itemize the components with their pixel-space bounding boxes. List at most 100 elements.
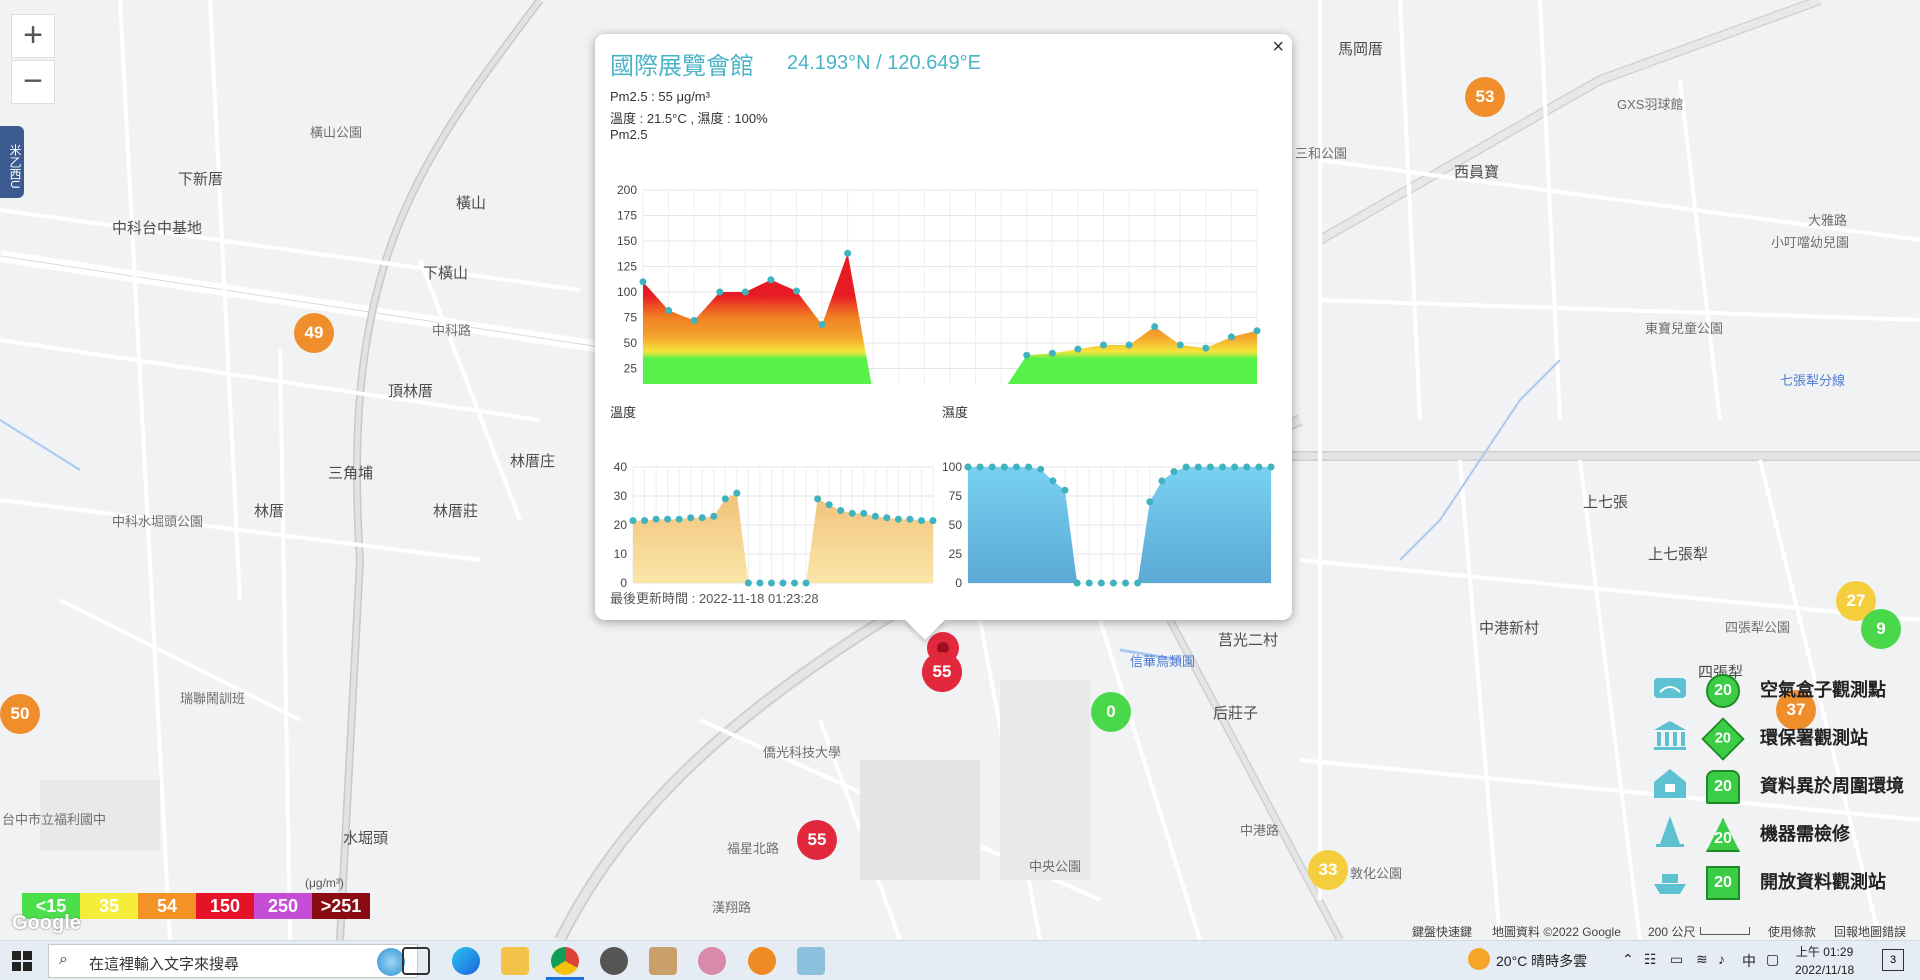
data-point [814,495,822,503]
legend-badge: 20 [1706,866,1740,900]
data-point [988,463,996,471]
y-tick-label: 75 [949,489,963,503]
station-marker[interactable]: 9 [1861,609,1901,649]
legend-label: 環保署觀測站 [1760,728,1868,748]
data-point [733,489,741,497]
edge-browser-icon[interactable] [452,947,480,975]
data-point [652,515,660,523]
app-icon-1[interactable] [600,947,628,975]
popup-coordinates: 24.193°N / 120.649°E [787,52,981,74]
y-tick-label: 40 [614,460,628,474]
data-point [1037,465,1045,473]
app-icon-4[interactable] [797,947,825,975]
data-point [1048,349,1056,357]
map-canvas[interactable]: + − 米乙西U 下新厝 中科台中基地 橫山公園 橫山 下橫山 頂林厝 三角埔 … [0,0,1920,940]
air-box-icon [1650,670,1694,706]
blender-icon[interactable] [748,947,776,975]
data-point [1074,345,1082,353]
zoom-in-button[interactable]: + [11,14,55,58]
place-label: 大雅路 [1808,213,1848,228]
data-point [1158,477,1166,485]
place-label: 水堀頭 [343,830,389,847]
close-icon[interactable]: × [1272,36,1284,59]
place-label: 僑光科技大學 [763,745,842,760]
station-marker[interactable]: 0 [1091,692,1131,732]
windows-start-icon[interactable] [12,951,32,971]
place-label: 頂林厝 [388,383,434,400]
data-point [664,515,672,523]
legend-label: 機器需檢修 [1760,824,1850,844]
weather-text[interactable]: 20°C 晴時多雲 [1496,951,1587,971]
aqi-level: 150 [196,893,254,919]
humidity-chart: 0 25 50 75 100 [942,460,1275,589]
data-point [1170,468,1178,476]
data-point [1231,463,1239,471]
wifi-icon[interactable]: ≋ [1696,951,1708,968]
cone-repair-icon [1650,814,1694,850]
data-point [1151,323,1159,331]
chevron-up-icon[interactable]: ⌃ [1622,951,1634,968]
place-label: 莒光二村 [1218,632,1279,649]
data-point [710,512,718,520]
terms-link[interactable]: 使用條款 [1768,923,1816,940]
map-scale[interactable]: 200 公尺 [1648,923,1695,940]
file-explorer-icon[interactable] [501,947,529,975]
place-label: 林厝莊 [433,503,479,520]
place-label: 橫山 [456,195,487,212]
temperature-chart: 010203040 [614,460,937,589]
data-point [1122,579,1130,587]
popup-pm25-reading: Pm2.5 : 55 μg/m³ [610,89,710,104]
y-tick-label: 125 [617,260,637,274]
side-panel-tab[interactable]: 米乙西U [0,126,24,198]
search-placeholder: 在這裡輸入文字來搜尋 [89,956,240,973]
ime-mode-icon[interactable]: ▢ [1766,951,1779,968]
keyboard-shortcuts-link[interactable]: 鍵盤快速鍵 [1412,923,1472,940]
data-point [1097,579,1105,587]
station-marker[interactable]: 49 [294,313,334,353]
station-marker[interactable]: 53 [1465,77,1505,117]
system-clock[interactable]: 上午 01:29 2022/11/18 [1795,943,1854,979]
taskbar-search[interactable]: ⌕ 在這裡輸入文字來搜尋 [48,944,418,978]
report-error-link[interactable]: 回報地圖錯誤 [1834,923,1906,940]
data-point [1000,463,1008,471]
station-marker[interactable]: 55 [797,820,837,860]
battery-icon[interactable]: ▭ [1670,951,1683,968]
place-label: 敦化公園 [1350,866,1403,881]
place-label: 七張犁分線 [1780,373,1846,388]
place-label: 中科水堀頭公園 [112,514,204,529]
data-point [791,579,799,587]
data-point [1061,486,1069,494]
weather-icon [1468,948,1490,970]
place-label: 三和公園 [1295,146,1348,161]
data-point [629,517,637,525]
epa-building-icon [1650,718,1694,754]
station-marker-selected-value[interactable]: 55 [922,652,962,692]
ime-indicator[interactable]: 中 [1742,951,1756,971]
app-icon-2[interactable] [649,947,677,975]
data-point [1243,463,1251,471]
volume-icon[interactable]: ♪ [1718,951,1725,967]
y-tick-label: 50 [949,518,963,532]
data-point [793,287,800,295]
data-point [1219,463,1227,471]
data-point [1194,463,1202,471]
station-marker[interactable]: 33 [1308,850,1348,890]
data-point [641,517,649,525]
y-tick-label: 75 [624,311,638,325]
zoom-out-button[interactable]: − [11,60,55,104]
data-point [1100,341,1107,349]
data-point [802,579,810,587]
windows-taskbar: ⌕ 在這裡輸入文字來搜尋 20°C 晴時多雲 ⌃ ☷ ▭ ≋ ♪ 中 ▢ 上午 … [0,940,1920,980]
data-point [1202,344,1210,352]
data-point [1025,463,1033,471]
data-point [1255,463,1263,471]
notification-icon[interactable]: 3 [1882,949,1904,971]
chrome-icon[interactable] [551,947,579,975]
station-marker[interactable]: 50 [0,694,40,734]
app-icon-3[interactable] [698,947,726,975]
place-label: 福星北路 [727,841,780,856]
task-view-icon[interactable] [402,947,430,975]
data-point [1023,351,1031,359]
network-icon[interactable]: ☷ [1644,951,1657,968]
data-point [639,278,647,286]
